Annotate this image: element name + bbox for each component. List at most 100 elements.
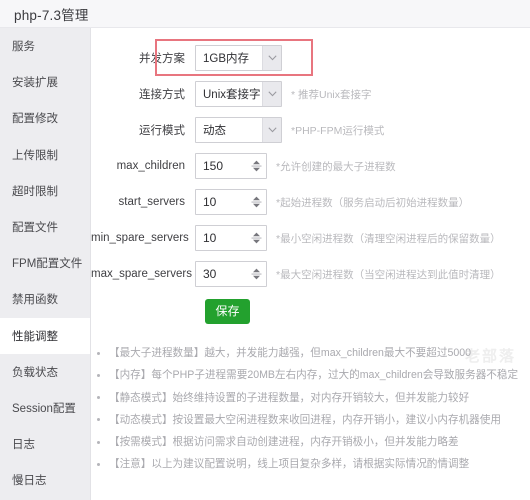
note-item: 【静态模式】始终维持设置的子进程数量，对内存开销较大，但并发能力较好 xyxy=(91,387,530,409)
sidebar: 服务安装扩展配置修改上传限制超时限制配置文件 FPM配置文件 禁用函数性能调整负载状… xyxy=(0,28,91,500)
main-content: 老部落 并发方案 1GB内存 连接方式 Unix套接字 * 推荐Unix套接字 运行模式动… xyxy=(91,28,530,500)
sidebar-item-12[interactable]: 慢日志 xyxy=(0,462,90,498)
note-item: 【注意】以上为建议配置说明，线上项目复杂多样，请根据实际情况酌情调整 xyxy=(91,453,530,475)
chevron-down-icon xyxy=(267,127,277,133)
select-dropdown-button[interactable] xyxy=(262,82,281,106)
sidebar-item-5[interactable]: 配置文件 xyxy=(0,209,90,245)
sidebar-item-label: 负载状态 xyxy=(12,366,58,379)
field-control: Unix套接字 xyxy=(195,81,282,107)
field-label: 连接方式 xyxy=(139,89,185,101)
field-label: 运行模式 xyxy=(139,125,185,137)
spinner-up-down-icon xyxy=(251,196,262,208)
sidebar-item-label: 超时限制 xyxy=(12,185,58,198)
sidebar-item-11[interactable]: 日志 xyxy=(0,426,90,462)
window-body: 服务安装扩展配置修改上传限制超时限制配置文件 FPM配置文件 禁用函数性能调整负载状… xyxy=(0,28,530,500)
number-input-value[interactable]: 150 xyxy=(196,154,250,178)
sidebar-item-9[interactable]: 负载状态 xyxy=(0,354,90,390)
select-1[interactable]: Unix套接字 xyxy=(195,81,282,107)
number-spinner[interactable] xyxy=(250,190,266,214)
spinner-up-down-icon xyxy=(251,160,262,172)
sidebar-item-4[interactable]: 超时限制 xyxy=(0,173,90,209)
titlebar: php-7.3管理 xyxy=(0,0,530,28)
note-text: 【最大子进程数量】越大，并发能力越强，但max_children最大不要超过50… xyxy=(109,347,472,359)
performance-tuning-form: 并发方案 1GB内存连接方式 Unix套接字 * 推荐Unix套接字运行模式 动态 *PH… xyxy=(91,40,530,292)
form-row-2: 运行模式 动态 *PHP-FPM运行模式 xyxy=(91,112,530,148)
form-row-1: 连接方式 Unix套接字 * 推荐Unix套接字 xyxy=(91,76,530,112)
select-0[interactable]: 1GB内存 xyxy=(195,45,282,71)
bullet-icon xyxy=(97,440,100,444)
sidebar-item-label: 慢日志 xyxy=(12,475,47,488)
number-spinner[interactable] xyxy=(250,262,266,286)
number-input-value[interactable]: 30 xyxy=(196,262,250,286)
number-input-4[interactable]: 10 xyxy=(195,189,267,215)
bullet-icon xyxy=(97,396,100,400)
sidebar-item-6[interactable]: FPM配置文件 xyxy=(0,245,90,281)
select-value: Unix套接字 xyxy=(203,89,261,101)
bullet-icon xyxy=(97,462,100,466)
note-item: 【最大子进程数量】越大，并发能力越强，但max_children最大不要超过50… xyxy=(91,342,530,364)
field-hint: *允许创建的最大子进程数 xyxy=(276,160,396,173)
form-row-6: max_spare_servers 30 *最大空闲进程数（当空闲进程达到此值时清理… xyxy=(91,256,530,292)
notes-list: 【最大子进程数量】越大，并发能力越强，但max_children最大不要超过50… xyxy=(91,342,530,476)
sidebar-item-1[interactable]: 安装扩展 xyxy=(0,64,90,100)
sidebar-item-label: 上传限制 xyxy=(12,149,58,162)
sidebar-item-label: Session配置 xyxy=(12,402,76,415)
number-spinner[interactable] xyxy=(250,226,266,250)
select-value: 1GB内存 xyxy=(203,53,250,65)
note-text: 【静态模式】始终维持设置的子进程数量，对内存开销较大，但并发能力较好 xyxy=(109,391,470,404)
select-dropdown-button[interactable] xyxy=(262,118,281,142)
number-input-3[interactable]: 150 xyxy=(195,153,267,179)
bullet-icon xyxy=(97,351,100,355)
save-row-spacer xyxy=(91,299,205,324)
field-control: 30 xyxy=(195,261,267,287)
sidebar-item-label: FPM配置文件 xyxy=(12,258,83,271)
number-spinner[interactable] xyxy=(250,154,266,178)
note-text: 【内存】每个PHP子进程需要20MB左右内存，过大的max_children会导… xyxy=(109,369,519,382)
chevron-down-icon xyxy=(267,91,277,97)
page-title: php-7.3管理 xyxy=(14,7,89,23)
field-control: 10 xyxy=(195,225,267,251)
note-text: 【按需模式】根据访问需求自动创建进程，内存开销极小，但并发能力略差 xyxy=(109,436,459,449)
form-row-5: min_spare_servers 10 *最小空闲进程数（清理空闲进程后的保留数量… xyxy=(91,220,530,256)
php-manager-window: php-7.3管理 服务安装扩展配置修改上传限制超时限制配置文件 FPM配置文件禁… xyxy=(0,0,530,500)
form-row-3: max_children 150 *允许创建的最大子进程数 xyxy=(91,148,530,184)
field-label: start_servers xyxy=(118,196,185,208)
bullet-icon xyxy=(97,418,100,422)
form-row-4: start_servers 10 *起始进程数（服务启动后初始进程数量） xyxy=(91,184,530,220)
number-input-5[interactable]: 10 xyxy=(195,225,267,251)
sidebar-item-3[interactable]: 上传限制 xyxy=(0,137,90,173)
number-input-value[interactable]: 10 xyxy=(196,190,250,214)
note-text: 【动态模式】按设置最大空闲进程数来收回进程，内存开销小，建议小内存机器使用 xyxy=(109,413,501,426)
field-hint: *最小空闲进程数（清理空闲进程后的保留数量） xyxy=(276,232,501,245)
sidebar-item-label: 配置文件 xyxy=(12,222,58,235)
select-dropdown-button[interactable] xyxy=(262,46,281,70)
sidebar-item-label: 性能调整 xyxy=(12,330,58,343)
spinner-up-down-icon xyxy=(251,232,262,244)
field-label: min_spare_servers xyxy=(91,232,189,244)
field-hint: *起始进程数（服务启动后初始进程数量） xyxy=(276,196,470,209)
save-button[interactable]: 保存 xyxy=(205,299,250,324)
sidebar-item-2[interactable]: 配置修改 xyxy=(0,100,90,136)
select-value: 动态 xyxy=(203,125,226,137)
sidebar-item-label: 安装扩展 xyxy=(12,77,58,90)
select-2[interactable]: 动态 xyxy=(195,117,282,143)
sidebar-item-0[interactable]: 服务 xyxy=(0,28,90,64)
sidebar-item-label: 禁用函数 xyxy=(12,294,58,307)
form-row-0: 并发方案 1GB内存 xyxy=(91,40,530,76)
number-input-6[interactable]: 30 xyxy=(195,261,267,287)
field-hint: * 推荐Unix套接字 xyxy=(291,88,372,101)
save-row: 保存 xyxy=(91,299,530,324)
field-hint: *PHP-FPM运行模式 xyxy=(291,124,385,137)
note-text: 【注意】以上为建议配置说明，线上项目复杂多样，请根据实际情况酌情调整 xyxy=(109,458,470,471)
sidebar-item-10[interactable]: Session配置 xyxy=(0,390,90,426)
sidebar-item-8[interactable]: 性能调整 xyxy=(0,317,90,354)
number-input-value[interactable]: 10 xyxy=(196,226,250,250)
field-hint: *最大空闲进程数（当空闲进程达到此值时清理） xyxy=(276,268,501,281)
bullet-icon xyxy=(97,373,100,377)
field-label: max_spare_servers xyxy=(91,268,192,280)
chevron-down-icon xyxy=(267,55,277,61)
note-item: 【动态模式】按设置最大空闲进程数来收回进程，内存开销小，建议小内存机器使用 xyxy=(91,409,530,431)
note-item: 【按需模式】根据访问需求自动创建进程，内存开销极小，但并发能力略差 xyxy=(91,431,530,453)
note-item: 【内存】每个PHP子进程需要20MB左右内存，过大的max_children会导… xyxy=(91,364,530,386)
sidebar-item-7[interactable]: 禁用函数 xyxy=(0,281,90,317)
